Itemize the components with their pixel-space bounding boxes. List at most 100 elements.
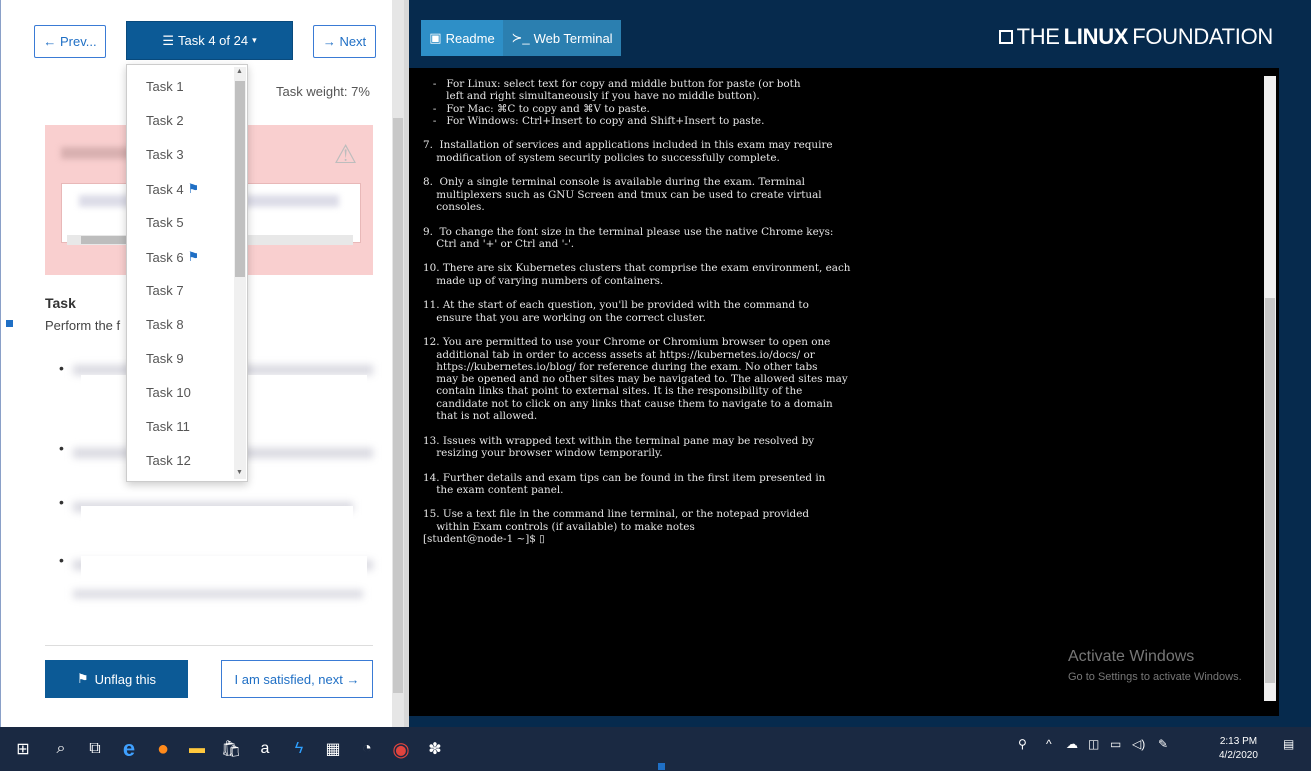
terminal-line: candidate not to click on any links that… <box>423 397 833 410</box>
terminal-pane[interactable]: - For Linux: select text for copy and mi… <box>409 68 1279 716</box>
task-intro: Perform the f <box>45 318 121 333</box>
amazon-icon[interactable]: a <box>250 734 280 764</box>
flag-icon: ⚑ <box>187 181 200 196</box>
terminal-line: modification of system security policies… <box>423 151 780 164</box>
redaction-box <box>81 556 367 586</box>
task-menu-item[interactable]: Task 2 <box>146 113 184 128</box>
file-explorer-icon[interactable]: ▬ <box>182 734 212 764</box>
unflag-label: Unflag this <box>94 671 157 687</box>
next-button[interactable]: → Next <box>313 25 376 58</box>
left-panel-scroll-thumb[interactable] <box>393 118 403 693</box>
task-menu-item[interactable]: Task 12 <box>146 453 191 468</box>
terminal-line: 8. Only a single terminal console is ava… <box>423 176 805 189</box>
power-automate-icon[interactable]: ϟ <box>284 734 314 764</box>
scroll-down-arrow-icon[interactable]: ▼ <box>236 469 243 476</box>
chrome-icon[interactable]: ◉ <box>386 734 416 764</box>
task-menu-item[interactable]: Task 9 <box>146 351 184 366</box>
task-menu-item[interactable]: Task 5 <box>146 215 184 230</box>
terminal-line: ensure that you are working on the corre… <box>423 311 706 324</box>
unflag-button[interactable]: ⚑ Unflag this <box>45 660 188 698</box>
task-menu-item-label: Task 9 <box>146 351 184 366</box>
scroll-up-arrow-icon[interactable]: ▲ <box>236 68 243 75</box>
brand-foundation: FOUNDATION <box>1132 24 1273 49</box>
divider <box>45 645 373 646</box>
task-menu-item[interactable]: Task 8 <box>146 317 184 332</box>
dropdown-scroll-thumb[interactable] <box>235 81 245 277</box>
task-menu-item-label: Task 2 <box>146 113 184 128</box>
selection-handle <box>6 320 13 327</box>
battery-icon[interactable]: ▭ <box>1110 737 1121 751</box>
task-menu-item-label: Task 11 <box>146 419 190 434</box>
chevron-up-icon[interactable]: ^ <box>1046 737 1052 751</box>
terminal-line: - For Linux: select text for copy and mi… <box>423 78 801 90</box>
task-menu-item[interactable]: Task 6 ⚑ <box>146 249 199 265</box>
task-menu-item[interactable]: Task 4 ⚑ <box>146 181 199 197</box>
dropdown-scrollbar[interactable]: ▲ ▼ <box>234 67 246 479</box>
onedrive-icon[interactable]: ☁ <box>1066 737 1078 751</box>
clock-date: 4/2/2020 <box>1219 750 1258 761</box>
brand-the: THE <box>1016 24 1060 49</box>
caret-down-icon: ▾ <box>252 35 257 45</box>
bullet-icon: • <box>59 494 64 510</box>
tab-terminal-label: Web Terminal <box>533 30 613 46</box>
task-view-icon[interactable]: ⧉ <box>80 734 110 764</box>
tab-web-terminal[interactable]: ≻_ Web Terminal <box>503 20 621 56</box>
tab-readme[interactable]: ▣ Readme <box>421 20 503 56</box>
task-dropdown-menu[interactable]: Task 1 Task 2 Task 3 Task 4 ⚑ Task 5 Task 6 ⚑ Ta… <box>126 64 248 482</box>
satisfied-next-button[interactable]: I am satisfied, next → <box>221 660 373 698</box>
terminal-line: 13. Issues with wrapped text within the … <box>423 434 815 447</box>
terminal-line: https://kubernetes.io/blog/ for referenc… <box>423 360 818 373</box>
task-menu-item-label: Task 6 <box>146 249 184 265</box>
activate-windows-title: Activate Windows <box>1068 648 1195 665</box>
slack-icon[interactable]: ✽ <box>420 734 450 764</box>
task-menu-item[interactable]: Task 11 <box>146 419 190 434</box>
terminal-scrollbar[interactable] <box>1264 76 1276 701</box>
task-selector-button[interactable]: ☰ Task 4 of 24 ▾ <box>126 21 293 60</box>
bullet-icon: • <box>59 440 64 456</box>
people-icon[interactable]: ⚲ <box>1018 737 1027 751</box>
redacted-text <box>73 590 363 598</box>
pen-icon[interactable]: ✎ <box>1158 737 1168 751</box>
selection-handle <box>658 763 665 770</box>
task-menu-item[interactable]: Task 3 <box>146 147 184 162</box>
calculator-icon[interactable]: ▦ <box>318 734 348 764</box>
flag-icon: ⚑ <box>187 249 200 264</box>
terminal-line: [student@node-1 ~]$ ▯ <box>423 532 545 545</box>
volume-icon[interactable]: ◁) <box>1132 737 1145 751</box>
task-menu-item-label: Task 10 <box>146 385 191 400</box>
task-menu-item-label: Task 3 <box>146 147 184 162</box>
prev-button[interactable]: ← Prev... <box>34 25 106 58</box>
search-icon[interactable]: ⌕ <box>46 734 76 764</box>
linux-foundation-logo: THE LINUX FOUNDATION <box>998 24 1273 50</box>
task-menu-item-label: Task 7 <box>146 283 184 298</box>
task-menu-item[interactable]: Task 1 <box>146 79 184 94</box>
task-heading: Task <box>45 295 76 311</box>
settings-icon[interactable]: ◔ <box>352 734 382 764</box>
terminal-line: may be opened and no other sites may be … <box>423 373 848 386</box>
notification-icon[interactable]: ▤ <box>1283 737 1294 751</box>
task-menu-item[interactable]: Task 10 <box>146 385 191 400</box>
network-icon[interactable]: ◫ <box>1088 737 1099 751</box>
system-clock[interactable]: 2:13 PM 4/2/2020 <box>1219 735 1258 763</box>
firefox-icon[interactable]: ● <box>148 734 178 764</box>
terminal-line: 14. Further details and exam tips can be… <box>423 471 826 484</box>
task-selector-label: Task 4 of 24 <box>178 33 249 48</box>
terminal-line: 12. You are permitted to use your Chrome… <box>423 336 831 349</box>
terminal-output[interactable]: - For Linux: select text for copy and mi… <box>423 78 1263 545</box>
terminal-line: consoles. <box>423 200 485 213</box>
activate-windows-subtitle: Go to Settings to activate Windows. <box>1068 671 1242 683</box>
terminal-line: 7. Installation of services and applicat… <box>423 139 833 152</box>
edge-icon[interactable]: e <box>114 734 144 764</box>
terminal-line: contain links that point to external sit… <box>423 385 803 398</box>
terminal-scroll-thumb[interactable] <box>1265 298 1275 683</box>
task-menu-item-label: Task 1 <box>146 79 184 94</box>
terminal-line: that is not allowed. <box>423 410 538 423</box>
task-menu-item[interactable]: Task 7 <box>146 283 184 298</box>
windows-start-icon[interactable]: ⊞ <box>8 734 38 764</box>
store-icon[interactable]: 🛍 <box>216 734 246 764</box>
left-panel-scrollbar[interactable] <box>392 0 404 727</box>
